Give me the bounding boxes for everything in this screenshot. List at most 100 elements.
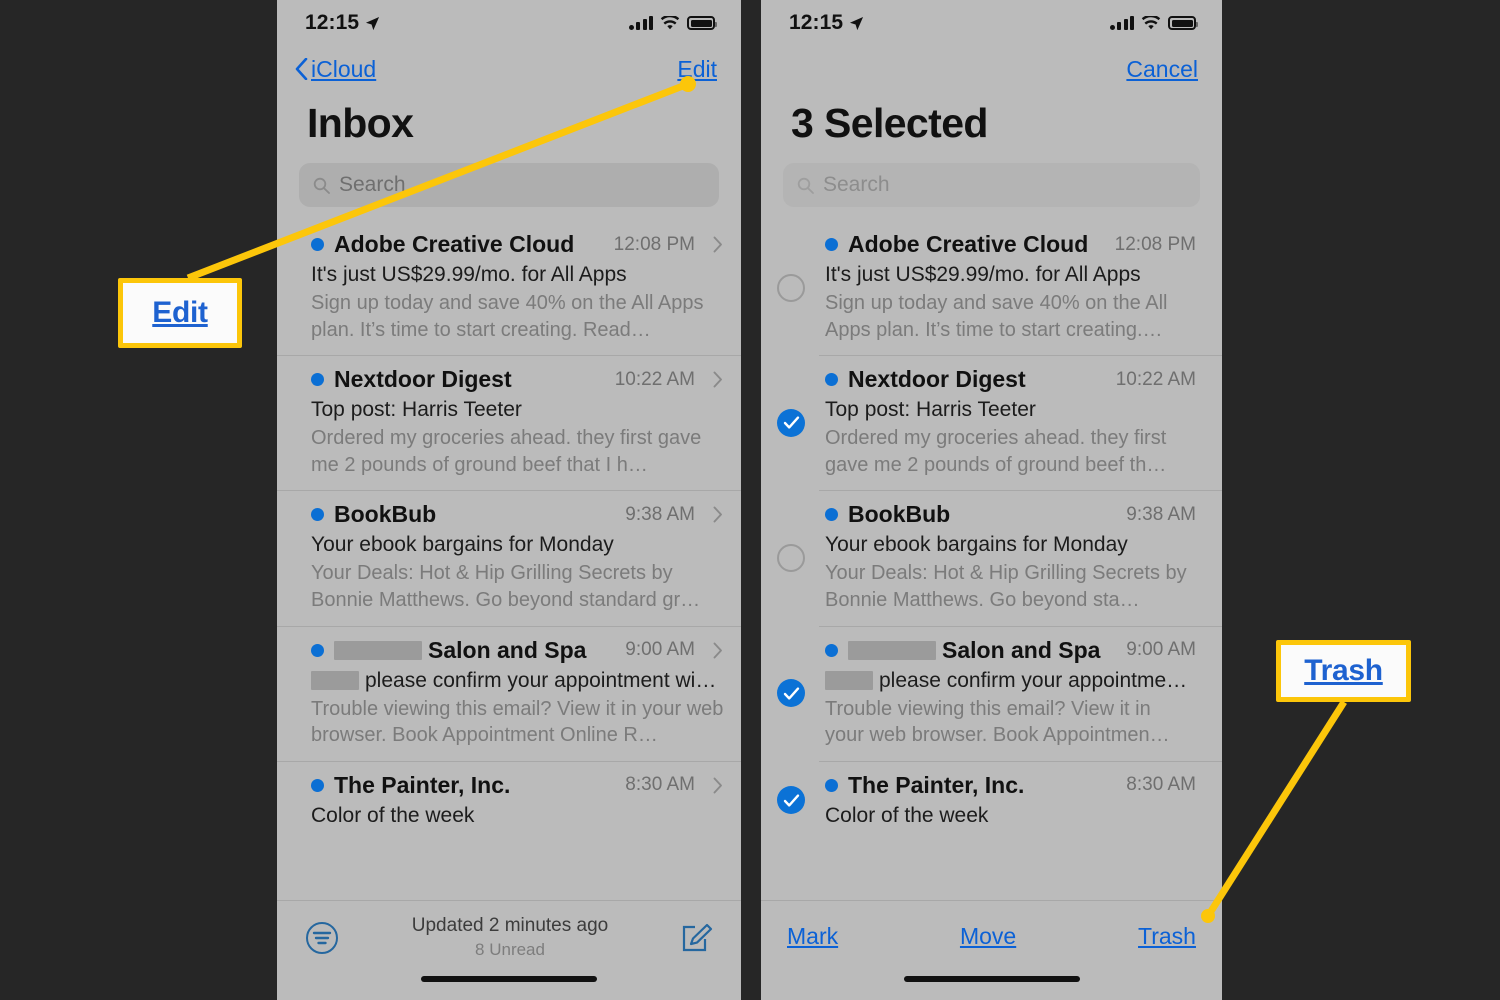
email-sender: The Painter, Inc. [334, 771, 511, 798]
selection-column[interactable] [761, 355, 819, 490]
mail-list-item[interactable]: Salon and Spa 9:00 AM please confirm your … [761, 625, 1222, 761]
page-title-inbox: Inbox [307, 100, 414, 146]
annotation-overlay [186, 76, 1347, 923]
search-input[interactable]: Search [783, 163, 1200, 207]
unread-dot-icon [311, 643, 324, 657]
redacted-block [848, 640, 936, 660]
email-header: The Painter, Inc. 8:30 AM [311, 772, 741, 799]
email-preview: Trouble viewing this email? View it in y… [311, 697, 724, 747]
back-to-icloud-button[interactable]: iCloud [295, 56, 376, 83]
search-icon [313, 177, 330, 194]
edit-button[interactable]: Edit [677, 56, 717, 83]
mail-list-item[interactable]: Nextdoor Digest 10:22 AM Top post: Harris … [277, 355, 741, 490]
mail-list-item[interactable]: Nextdoor Digest 10:22 AM Top post: Harris … [761, 355, 1222, 490]
chevron-right-icon [713, 506, 722, 523]
mail-list-item[interactable]: Adobe Creative Cloud 12:08 PM It's just US… [277, 221, 741, 355]
mail-list[interactable]: Adobe Creative Cloud 12:08 PM It's just US… [761, 221, 1222, 840]
email-content[interactable]: Nextdoor Digest 10:22 AM Top post: Harris … [277, 355, 741, 490]
unread-dot-icon [311, 508, 324, 522]
email-header: The Painter, Inc. 8:30 AM [825, 772, 1208, 799]
email-sender: Salon and Spa [848, 637, 1100, 664]
mail-list-item[interactable]: BookBub 9:38 AM Your ebook bargains for Mo… [277, 490, 741, 625]
selection-column[interactable] [761, 221, 819, 355]
selection-checkbox[interactable] [777, 408, 805, 437]
selection-checkbox[interactable] [777, 274, 805, 303]
mail-list-item[interactable]: Adobe Creative Cloud 12:08 PM It's just US… [761, 221, 1222, 355]
cancel-button[interactable]: Cancel [1126, 56, 1198, 83]
mail-list-item[interactable]: Salon and Spa 9:00 AM please confirm your … [277, 625, 741, 761]
selection-checkbox[interactable] [777, 786, 805, 815]
search-container: Search [277, 147, 741, 207]
email-preview: Sign up today and save 40% on the All Ap… [825, 292, 1168, 341]
mail-list-item[interactable]: The Painter, Inc. 8:30 AM Color of the wee… [761, 760, 1222, 840]
mail-list-item[interactable]: BookBub 9:38 AM Your ebook bargains for Mo… [761, 490, 1222, 625]
email-subject: Top post: Harris Teeter [311, 398, 522, 422]
email-sender: BookBub [848, 501, 951, 528]
chevron-right-icon [713, 642, 722, 659]
compose-icon[interactable] [681, 922, 713, 954]
callout-trash: Trash [1276, 640, 1411, 702]
search-input[interactable]: Search [299, 163, 719, 207]
filter-icon[interactable] [305, 921, 339, 955]
email-sender: Adobe Creative Cloud [848, 231, 1089, 257]
location-arrow-icon [366, 16, 380, 30]
chevron-right-icon [713, 371, 722, 388]
location-arrow-icon [850, 16, 864, 30]
status-time: 12:15 [305, 11, 360, 34]
selection-checkbox[interactable] [777, 543, 805, 572]
email-content[interactable]: Salon and Spa 9:00 AM please confirm your … [819, 625, 1222, 761]
update-status-text: Updated 2 minutes ago [411, 915, 609, 936]
selection-column[interactable] [761, 490, 819, 625]
email-time: 9:00 AM [1126, 639, 1196, 661]
email-preview: Trouble viewing this email? View it in y… [825, 697, 1170, 747]
callout-edit: Edit [118, 278, 242, 348]
selection-column[interactable] [761, 761, 819, 840]
status-indicators [1109, 15, 1198, 31]
email-header: Adobe Creative Cloud 12:08 PM [311, 231, 741, 258]
email-header: Adobe Creative Cloud 12:08 PM [825, 231, 1208, 258]
inbox-toolbar: Updated 2 minutes ago 8 Unread [277, 900, 741, 1000]
wifi-icon [1141, 15, 1161, 29]
trash-button[interactable]: Trash [1138, 923, 1196, 950]
email-header: BookBub 9:38 AM [311, 501, 741, 528]
email-subject: Top post: Harris Teeter [825, 398, 1036, 422]
move-button[interactable]: Move [960, 923, 1016, 950]
navigation-bar: Cancel [761, 46, 1222, 92]
email-header: Nextdoor Digest 10:22 AM [311, 366, 741, 393]
email-content[interactable]: The Painter, Inc. 8:30 AM Color of the wee… [819, 760, 1222, 840]
email-preview: Ordered my groceries ahead. they first g… [311, 427, 702, 476]
status-bar: 12:15 [277, 0, 741, 46]
email-subject: please confirm your appointment wi… [311, 669, 741, 693]
unread-dot-icon [825, 778, 838, 792]
status-time: 12:15 [789, 11, 844, 34]
status-indicators [628, 15, 717, 31]
unread-dot-icon [311, 238, 324, 251]
battery-full-icon [1168, 16, 1198, 30]
email-content[interactable]: The Painter, Inc. 8:30 AM Color of the wee… [277, 760, 741, 840]
email-content[interactable]: Adobe Creative Cloud 12:08 PM It's just US… [277, 221, 741, 355]
selection-column[interactable] [761, 626, 819, 761]
home-indicator [421, 976, 597, 982]
email-time: 10:22 AM [614, 368, 695, 390]
email-content[interactable]: Salon and Spa 9:00 AM please confirm your … [277, 625, 741, 761]
email-subject: Color of the week [311, 803, 475, 827]
email-content[interactable]: BookBub 9:38 AM Your ebook bargains for Mo… [277, 490, 741, 625]
selection-checkbox[interactable] [777, 679, 805, 708]
email-content[interactable]: Nextdoor Digest 10:22 AM Top post: Harris … [819, 355, 1222, 490]
unread-dot-icon [825, 238, 838, 251]
status-time-group: 12:15 [789, 11, 864, 35]
callout-trash-label: Trash [1304, 654, 1383, 687]
mail-list-item[interactable]: The Painter, Inc. 8:30 AM Color of the wee… [277, 760, 741, 840]
email-content[interactable]: BookBub 9:38 AM Your ebook bargains for Mo… [819, 490, 1222, 625]
mail-list[interactable]: Adobe Creative Cloud 12:08 PM It's just US… [277, 221, 741, 840]
email-sender: Nextdoor Digest [334, 366, 512, 393]
mark-button[interactable]: Mark [787, 923, 838, 950]
email-header: Salon and Spa 9:00 AM [825, 637, 1208, 664]
email-content[interactable]: Adobe Creative Cloud 12:08 PM It's just US… [819, 221, 1222, 355]
callout-edit-label: Edit [152, 296, 208, 329]
email-time: 9:38 AM [1126, 503, 1196, 525]
unread-dot-icon [825, 508, 838, 522]
email-time: 9:00 AM [625, 639, 695, 661]
wifi-icon [660, 15, 680, 29]
navigation-bar: iCloud Edit [277, 46, 741, 92]
